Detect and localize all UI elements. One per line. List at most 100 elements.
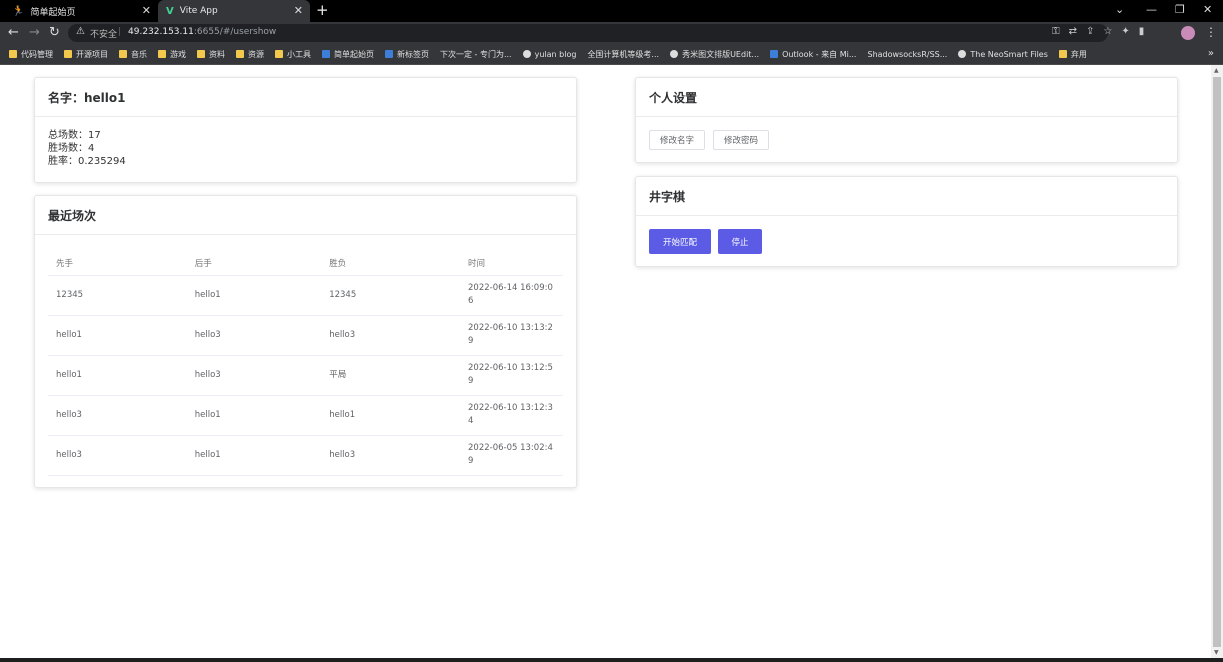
table-cell: 2022-06-05 13:02:49 (460, 435, 563, 476)
close-tab-icon[interactable]: ✕ (142, 4, 151, 17)
bookmark-item[interactable]: 开源项目 (64, 49, 108, 60)
bookmark-item[interactable]: 资源 (236, 49, 264, 60)
globe-icon (670, 50, 679, 58)
settings-card: 个人设置 修改名字 修改密码 (635, 77, 1178, 163)
rename-button[interactable]: 修改名字 (649, 130, 705, 150)
tictactoe-card: 井字棋 开始匹配 停止 (635, 176, 1178, 267)
bookmark-item[interactable]: 秀米图文排版UEdit... (670, 49, 759, 60)
bookmark-item[interactable]: Outlook - 来自 Mi... (770, 49, 856, 60)
table-cell: 2022-06-10 13:13:29 (460, 315, 563, 356)
column-header: 后手 (186, 251, 322, 276)
table-cell: hello1 (186, 275, 322, 316)
bookmark-label: 下次一定 - 专门为... (440, 49, 512, 59)
matches-table: 先手 后手 胜负 时间 12345 hello1 12345 2022-06-14 1… (48, 251, 563, 476)
bookmark-item[interactable]: 简单起始页 (322, 49, 374, 60)
warning-icon: ⚠ (76, 26, 85, 37)
tab-start-page[interactable]: 🏃 简单起始页 ✕ (0, 0, 158, 22)
bookmark-label: 小工具 (287, 49, 311, 59)
table-cell: hello3 (48, 395, 187, 436)
table-header-row: 先手 后手 胜负 时间 (48, 251, 563, 276)
new-tab-icon[interactable]: + (316, 2, 329, 19)
page-icon (770, 50, 779, 58)
bookmark-item[interactable]: 小工具 (275, 49, 311, 60)
bookmark-item[interactable]: 弃用 (1058, 49, 1087, 60)
table-cell: hello3 (321, 315, 460, 356)
close-tab-icon[interactable]: ✕ (294, 4, 303, 17)
column-header: 时间 (460, 251, 563, 276)
table-cell: hello1 (48, 355, 187, 396)
address-bar[interactable]: ⚠ 不安全 | 49.232.153.11:6655/#/usershow (68, 24, 1108, 42)
bookmark-item[interactable]: 代码管理 (9, 49, 53, 60)
bookmark-label: The NeoSmart Files (970, 49, 1048, 59)
table-cell: 12345 (48, 275, 187, 316)
wins-count: 胜场数：4 (48, 143, 95, 154)
folder-icon (64, 50, 72, 58)
stop-button[interactable]: 停止 (718, 229, 762, 254)
bookmark-item[interactable]: 全国计算机等级考... (0, 49, 659, 117)
bookmark-item[interactable]: 下次一定 - 专门为... (0, 49, 512, 117)
side-panel-icon[interactable]: ▮ (1139, 26, 1145, 37)
table-cell: hello1 (321, 395, 460, 436)
folder-icon (158, 50, 166, 58)
bookmark-item[interactable]: ShadowsocksR/SS... (0, 49, 948, 117)
minimize-icon[interactable]: — (1146, 3, 1157, 16)
tab-vite-app[interactable]: V Vite App ✕ (158, 0, 310, 22)
table-cell: hello1 (48, 315, 187, 356)
key-icon[interactable]: ⚿ (1052, 26, 1060, 37)
table-cell: 2022-06-10 13:12:34 (460, 395, 563, 436)
bookmark-label: 资源 (248, 49, 264, 59)
start-match-button[interactable]: 开始匹配 (649, 229, 711, 254)
settings-title: 个人设置 (636, 78, 1177, 117)
bookmark-label: 秀米图文排版UEdit... (682, 49, 760, 59)
table-cell: 平局 (321, 355, 460, 396)
total-games: 总场数：17 (48, 130, 101, 141)
close-window-icon[interactable]: ✕ (1203, 3, 1212, 16)
page-scrollbar[interactable]: ▲ ▼ (1211, 65, 1223, 658)
table-row: hello1 hello3 hello3 2022-06-10 13:13:29 (48, 315, 563, 356)
reload-icon[interactable]: ↻ (49, 25, 60, 40)
table-cell: hello3 (48, 435, 187, 476)
scroll-down-icon[interactable]: ▼ (1214, 649, 1219, 656)
win-rate: 胜率：0.235294 (48, 156, 126, 167)
folder-icon (1058, 50, 1067, 58)
restore-icon[interactable]: ❐ (1175, 3, 1185, 16)
bookmark-item[interactable]: 游戏 (158, 49, 186, 60)
scrollbar-thumb[interactable] (1213, 77, 1221, 647)
toolbar-icons: ⚿ ⇄ ⇪ ☆ ✦ ▮ (1052, 26, 1144, 37)
taskbar-edge (0, 658, 1223, 662)
bookmark-label: Outlook - 来自 Mi... (782, 49, 857, 59)
more-menu-icon[interactable]: ⋮ (1205, 25, 1217, 39)
bookmark-label: 游戏 (170, 49, 186, 59)
translate-icon[interactable]: ⇄ (1069, 26, 1077, 37)
more-bookmarks-icon[interactable]: » (1208, 48, 1214, 59)
change-password-button[interactable]: 修改密码 (713, 130, 769, 150)
profile-title: 名字：hello1 (35, 78, 576, 117)
tab-title: 简单起始页 (30, 7, 76, 18)
browser-toolbar: ← → ↻ ⚠ 不安全 | 49.232.153.11:6655/#/users… (0, 22, 1223, 44)
forward-icon[interactable]: → (29, 25, 40, 40)
table-cell: hello3 (186, 355, 322, 396)
globe-icon (958, 50, 967, 58)
profile-avatar[interactable] (1181, 26, 1195, 40)
table-row: hello1 hello3 平局 2022-06-10 13:12:59 (48, 355, 563, 396)
bookmark-label: 简单起始页 (334, 49, 374, 59)
extensions-icon[interactable]: ✦ (1121, 26, 1129, 37)
bookmark-item[interactable]: The NeoSmart Files (958, 50, 1048, 59)
bookmark-item[interactable]: 资料 (197, 49, 225, 60)
bookmark-label: 代码管理 (21, 49, 53, 59)
share-icon[interactable]: ⇪ (1086, 26, 1094, 37)
star-icon[interactable]: ☆ (1103, 26, 1112, 37)
bookmarks-bar: 代码管理 开源项目 音乐 游戏 资料 资源 小工具 简单起始页 新标签页 下次一定 - 专门为..… (0, 44, 1223, 117)
profile-stats: 总场数：17 胜场数：4 胜率：0.235294 (35, 117, 576, 180)
url-host: 49.232.153.11 (128, 27, 194, 37)
vite-logo-icon: V (166, 5, 174, 17)
scroll-up-icon[interactable]: ▲ (1214, 67, 1219, 74)
back-icon[interactable]: ← (8, 25, 19, 40)
folder-icon (275, 50, 283, 58)
bookmark-item[interactable]: 音乐 (119, 49, 147, 60)
tab-search-icon[interactable]: ⌄ (1115, 3, 1124, 16)
bookmark-item[interactable]: yulan blog (522, 50, 576, 59)
divider: | (118, 27, 122, 37)
bookmark-label: ShadowsocksR/SS... (867, 49, 948, 59)
bookmark-item[interactable]: 新标签页 (385, 49, 429, 60)
